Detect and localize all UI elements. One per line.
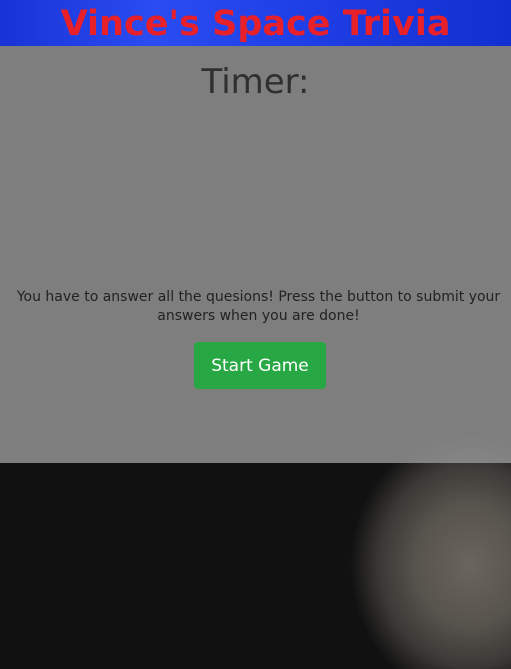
instructions-text: You have to answer all the quesions! Pre…: [16, 289, 501, 324]
start-game-button[interactable]: Start Game: [194, 342, 326, 389]
game-panel: [0, 46, 511, 463]
timer-label: Timer:: [201, 62, 310, 102]
site-title: Vince's Space Trivia: [60, 4, 451, 44]
